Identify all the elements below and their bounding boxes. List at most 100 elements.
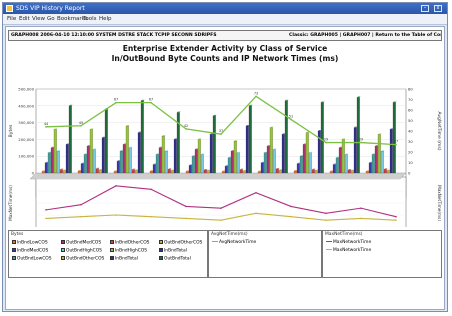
bar (335, 157, 339, 174)
bar (128, 147, 132, 174)
menu-file[interactable]: File (7, 14, 16, 24)
menu-go[interactable]: Go (47, 14, 55, 24)
minimize-icon[interactable]: – (421, 5, 429, 12)
bar (68, 105, 72, 174)
bar (338, 147, 342, 174)
bar (293, 170, 297, 174)
menu-bar: File Edit View Go Bookmarks Tools Help (3, 14, 447, 25)
legend-swatch (159, 240, 163, 244)
bar (200, 154, 204, 174)
max-line-point (325, 212, 327, 215)
max-line-point (395, 219, 397, 221)
max-line-point (115, 185, 117, 187)
y2-tick-label: 0 (408, 171, 411, 176)
bar (392, 102, 396, 174)
y2-tick-label: 50 (408, 118, 413, 123)
bar (131, 169, 135, 174)
title-bar: SDS VIP History Report – x (3, 3, 447, 14)
bar (386, 170, 390, 174)
avg-line-point (220, 133, 222, 136)
chart-canvas: 500,000 400,000 300,000 200,000 100,000 0 80 70… (8, 87, 442, 227)
bytes-legend: Bytes InBndLowCOS OutBndMedCOS InBndOtherC… (8, 230, 208, 278)
bar (176, 112, 180, 174)
bar (167, 169, 171, 174)
max-line-point (185, 217, 187, 220)
menu-tools[interactable]: Tools (83, 14, 97, 24)
bar (389, 129, 393, 174)
max-line-point (360, 217, 362, 220)
bar (233, 140, 237, 174)
bar (56, 151, 60, 174)
bar (212, 115, 216, 174)
avg-line-data-label: 45 (79, 121, 83, 125)
legend-item-bytes: InBndMedCOS (12, 248, 48, 254)
legend-swatch (61, 248, 65, 252)
bar (164, 151, 168, 174)
menu-view[interactable]: View (32, 14, 45, 24)
max-line-point (290, 205, 292, 208)
bar (122, 144, 126, 174)
bar (161, 135, 165, 174)
y2-tick-label: 40 (408, 129, 413, 134)
bar (371, 154, 375, 174)
avg-line-point (80, 124, 82, 127)
avg-line-point (255, 95, 257, 98)
max-line-point (185, 205, 187, 208)
avg-line-data-label: 37 (219, 129, 223, 133)
max-line-point (395, 215, 397, 218)
bar (230, 151, 234, 174)
bar (53, 129, 57, 174)
y2-tick-label: 20 (408, 150, 413, 155)
bar (269, 127, 273, 174)
bar (377, 134, 381, 174)
max-line-point (150, 188, 152, 191)
legend-label: OutBndOtherCOS (66, 256, 105, 262)
bar (104, 109, 108, 174)
avg-legend-title: AvgNetTime(ms) (211, 232, 248, 237)
y2-tick-label: 70 (408, 97, 413, 102)
menu-edit[interactable]: Edit (19, 14, 30, 24)
y-tick-label: 100,000 (18, 154, 34, 159)
bar (44, 162, 48, 174)
legend-swatch (159, 248, 163, 252)
max-legend: MaxNetTime(ms) MaxNetworkTime MaxNetwork… (322, 230, 442, 278)
avg-line-data-label: 51 (289, 114, 293, 118)
max-line-point (45, 209, 47, 211)
max-line-point (290, 215, 292, 218)
bar (134, 170, 138, 174)
bar (140, 100, 144, 174)
bar (353, 127, 357, 174)
y-tick-label: 200,000 (18, 137, 34, 142)
legend-item-bytes: OutBndOtherCOS (61, 256, 104, 262)
y2-axis-label: MaxNetTime(ms) (437, 185, 442, 221)
bar (41, 171, 45, 174)
menu-help[interactable]: Help (99, 14, 112, 24)
bar (62, 170, 66, 174)
legend-label: InBndHighCOS (115, 248, 148, 254)
close-icon[interactable]: x (434, 5, 442, 12)
bar (347, 169, 351, 174)
legend-swatch (61, 256, 65, 260)
bar (65, 144, 69, 174)
bar (302, 144, 306, 174)
avg-line-data-label: 42 (184, 124, 188, 128)
bar (155, 154, 159, 174)
app-icon (6, 5, 13, 12)
bar (281, 134, 285, 174)
bar (158, 147, 162, 174)
legend-label: OutBndHighCOS (66, 248, 102, 254)
max-line-point (325, 219, 327, 221)
bar (185, 171, 189, 174)
bar (89, 129, 93, 174)
bar (263, 152, 267, 174)
y2-axis-label: AvgNetTime (ms) (436, 112, 442, 151)
bar (383, 169, 387, 174)
bar (314, 170, 318, 174)
bar (239, 169, 243, 174)
avg-line-data-label: 73 (254, 91, 258, 95)
bar (296, 163, 300, 174)
legend-swatch (12, 256, 16, 260)
bar (50, 147, 54, 174)
y-axis-label: Bytes (8, 124, 14, 137)
bar (203, 169, 207, 174)
